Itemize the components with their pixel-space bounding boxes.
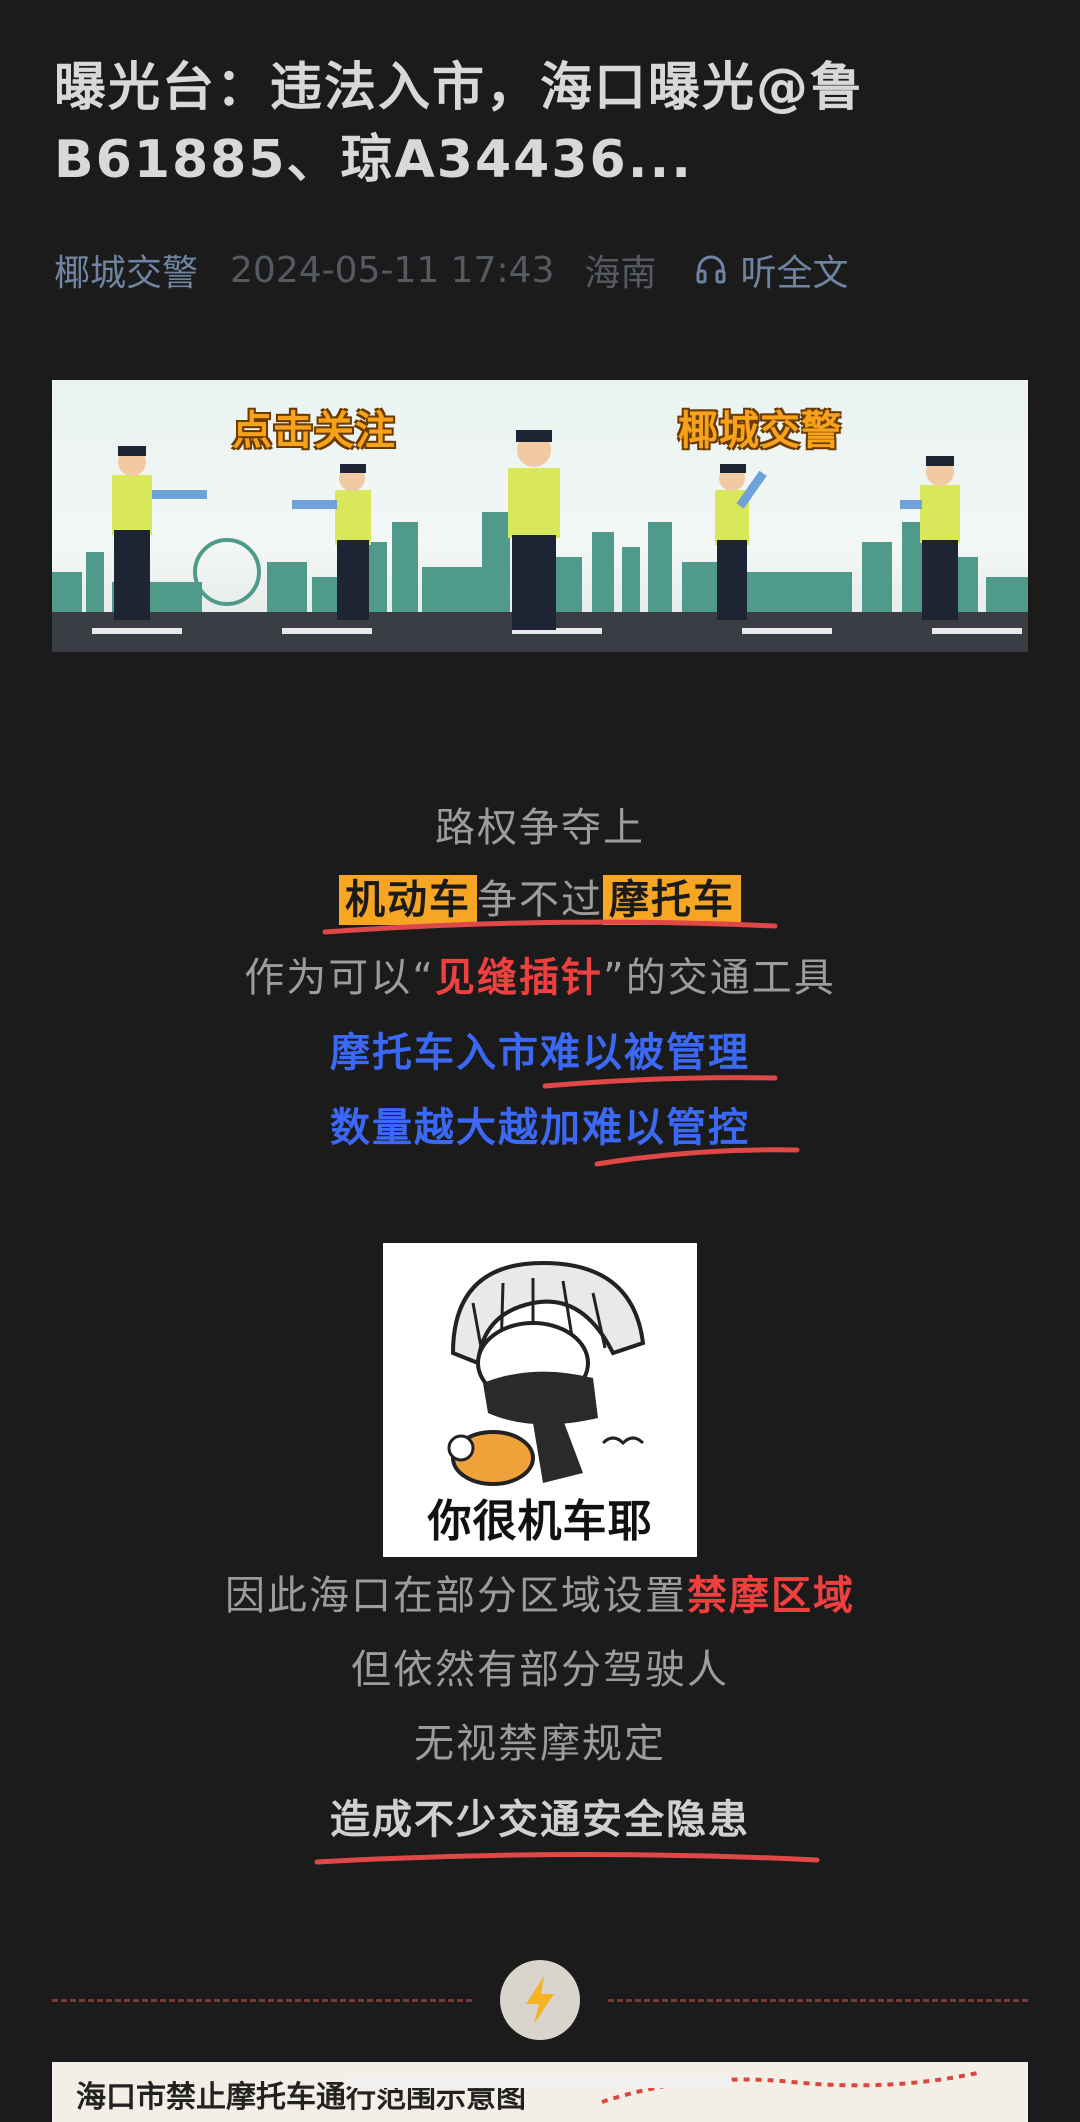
listen-label: 听全文 [740, 253, 849, 294]
body-line-3-c: ”的交通工具 [603, 955, 836, 1001]
red-phrase-weave: 见缝插针 [435, 955, 603, 1001]
traffic-police-figures [112, 430, 960, 630]
lightning-icon [500, 1960, 580, 2040]
home-indicator[interactable] [348, 2076, 732, 2088]
brand-tag: 椰城交警 [678, 408, 842, 454]
listen-button[interactable]: 听全文 [694, 244, 848, 296]
body-line-9: 造成不少交通安全隐患 [0, 1792, 1080, 1848]
body-line-8: 无视禁摩规定 [414, 1721, 666, 1767]
body-line-3: 作为可以“见缝插针”的交通工具 [0, 950, 1080, 1006]
meme-image[interactable]: 你很机车耶 [383, 1243, 697, 1557]
section-divider [52, 1960, 1028, 2040]
publish-date: 2024-05-11 17:43 [230, 249, 555, 291]
body-line-1: 路权争夺上 [435, 805, 645, 851]
underline-4 [314, 1851, 820, 1865]
body-line-5: 数量越大越加难以管控 [0, 1100, 1080, 1156]
underline-3 [594, 1147, 800, 1167]
body-line-7: 但依然有部分驾驶人 [351, 1647, 729, 1693]
red-phrase-no-moto-zone: 禁摩区域 [687, 1573, 855, 1619]
body-line-6-a: 因此海口在部分区域设置 [225, 1573, 687, 1619]
underline-1 [322, 919, 778, 935]
map-border-dots [601, 2070, 983, 2104]
headphones-icon [696, 255, 726, 284]
meme-caption: 你很机车耶 [427, 1496, 653, 1547]
author-link[interactable]: 椰城交警 [54, 244, 198, 296]
follow-banner-image[interactable]: 点击关注 椰城交警 [52, 380, 1028, 652]
body-line-3-a: 作为可以“ [244, 955, 435, 1001]
underline-2 [542, 1075, 778, 1089]
strong-phrase-hazard: 造成不少交通安全隐患 [330, 1797, 750, 1843]
cartoon-rider-illustration [447, 1260, 646, 1486]
map-image[interactable]: 海口市禁止摩托车通行范围示意图 [52, 2062, 1028, 2122]
article-title: 曝光台：违法入市，海口曝光@鲁B61885、琼A34436... [54, 58, 865, 190]
follow-tag: 点击关注 [232, 408, 396, 454]
publish-location: 海南 [584, 253, 657, 294]
body-line-6: 因此海口在部分区域设置禁摩区域 [0, 1568, 1080, 1624]
article-meta: 椰城交警 2024-05-11 17:43 海南 听全文 [54, 244, 848, 296]
